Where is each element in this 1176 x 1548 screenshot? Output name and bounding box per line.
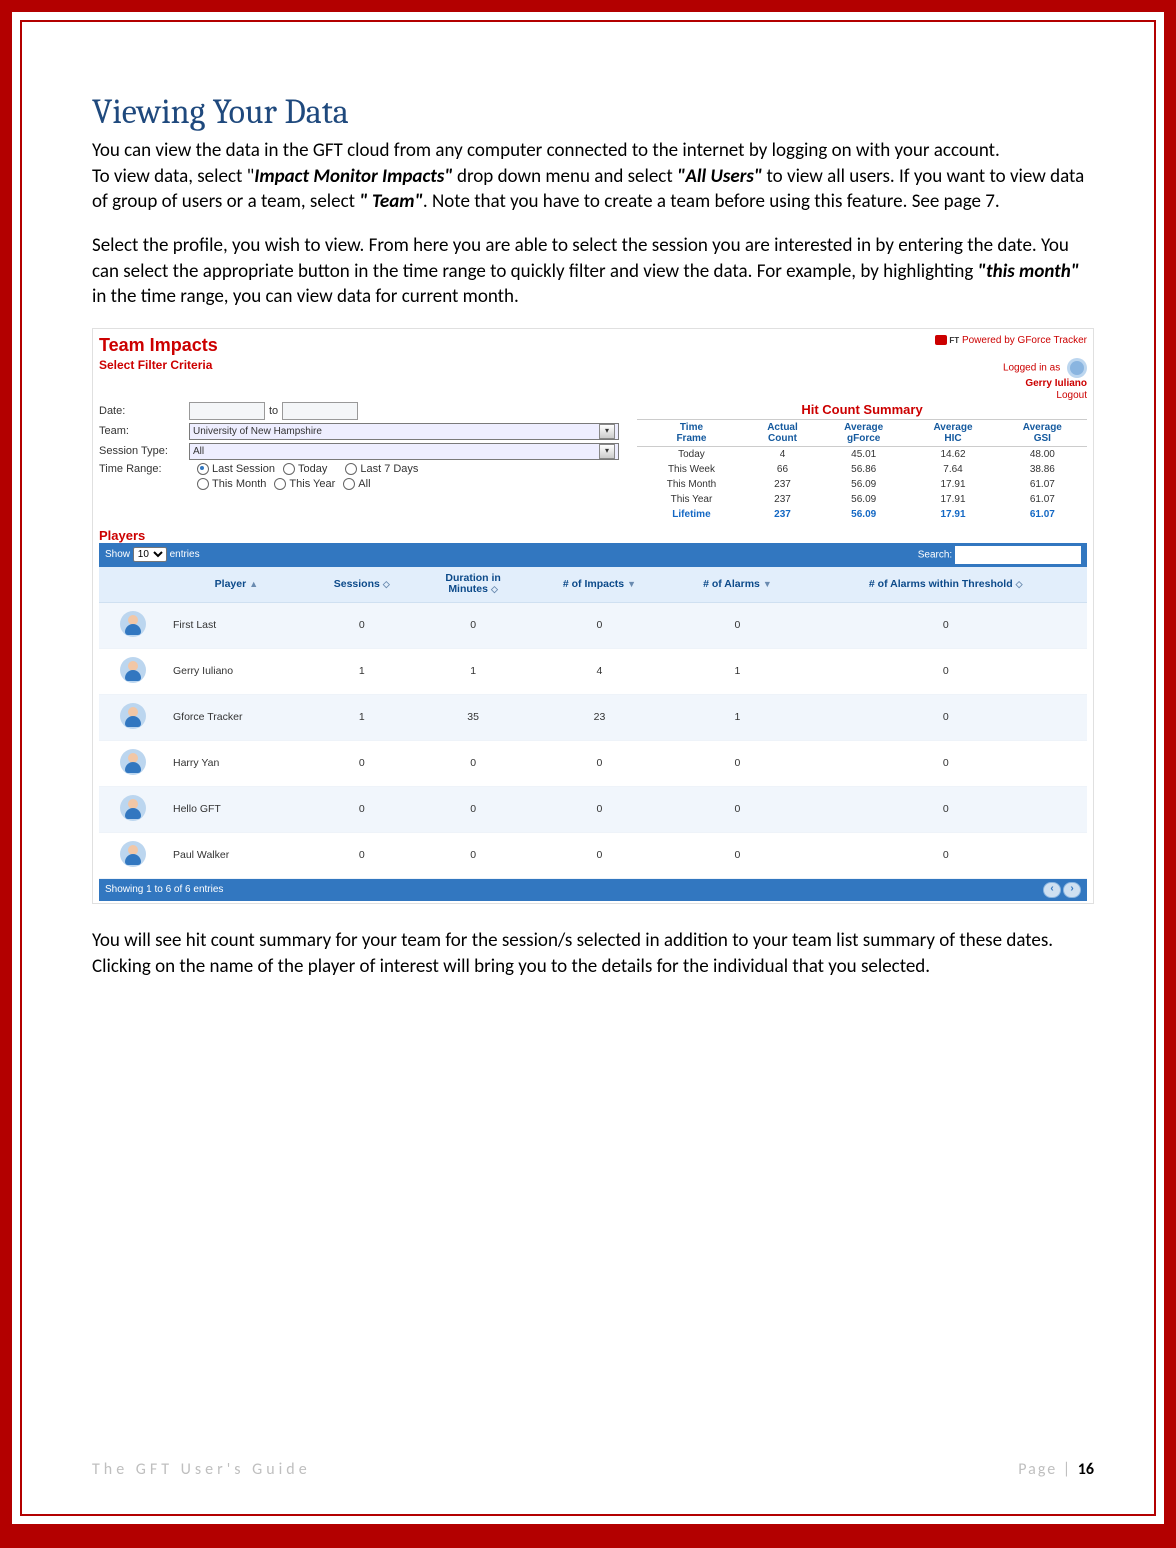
- search-input[interactable]: [955, 546, 1081, 564]
- session-type-label: Session Type:: [99, 445, 189, 457]
- player-name[interactable]: Paul Walker: [167, 832, 306, 878]
- col-impacts[interactable]: # of Impacts▼: [529, 567, 671, 603]
- col-alarms-threshold[interactable]: # of Alarms within Threshold◇: [804, 567, 1087, 603]
- table-row[interactable]: Gforce Tracker1352310: [99, 694, 1087, 740]
- page-heading: Viewing Your Data: [92, 92, 1094, 132]
- avatar-icon: [120, 703, 146, 729]
- filter-criteria-title: Select Filter Criteria: [99, 358, 212, 372]
- footer-doc-title: The GFT User's Guide: [92, 1460, 311, 1479]
- team-select[interactable]: University of New Hampshire▾: [189, 423, 619, 440]
- page-prev-button[interactable]: ‹: [1043, 882, 1061, 898]
- table-row[interactable]: Harry Yan00000: [99, 740, 1087, 786]
- date-to-input[interactable]: [282, 402, 358, 420]
- table-row[interactable]: Gerry Iuliano11410: [99, 648, 1087, 694]
- players-table: Player▲ Sessions◇ Duration inMinutes◇ # …: [99, 567, 1087, 879]
- avatar-icon: [120, 749, 146, 775]
- avatar-icon: [1067, 358, 1087, 378]
- table-footer-info: Showing 1 to 6 of 6 entries: [105, 884, 223, 895]
- closing-paragraph: You will see hit count summary for your …: [92, 928, 1094, 979]
- table-row[interactable]: Hello GFT00000: [99, 786, 1087, 832]
- logout-link[interactable]: Logout: [1056, 390, 1087, 401]
- avatar-icon: [120, 611, 146, 637]
- session-type-select[interactable]: All▾: [189, 443, 619, 460]
- table-row[interactable]: Paul Walker00000: [99, 832, 1087, 878]
- page-next-button[interactable]: ›: [1063, 882, 1081, 898]
- avatar-icon: [120, 657, 146, 683]
- table-row[interactable]: First Last00000: [99, 602, 1087, 648]
- player-name[interactable]: Gerry Iuliano: [167, 648, 306, 694]
- chevron-down-icon: ▾: [599, 424, 615, 439]
- radio-this-month[interactable]: [197, 478, 209, 490]
- hit-count-summary-table: TimeFrame ActualCount AveragegForce Aver…: [637, 419, 1087, 522]
- col-sessions[interactable]: Sessions◇: [306, 567, 418, 603]
- shot-title: Team Impacts: [99, 335, 218, 356]
- radio-all[interactable]: [343, 478, 355, 490]
- radio-today[interactable]: [283, 463, 295, 475]
- radio-last-session[interactable]: [197, 463, 209, 475]
- intro-paragraph: You can view the data in the GFT cloud f…: [92, 138, 1094, 215]
- player-name[interactable]: Hello GFT: [167, 786, 306, 832]
- time-range-label: Time Range:: [99, 463, 189, 475]
- player-name[interactable]: Gforce Tracker: [167, 694, 306, 740]
- date-from-input[interactable]: [189, 402, 265, 420]
- players-label: Players: [99, 528, 1087, 543]
- team-label: Team:: [99, 425, 189, 437]
- col-player[interactable]: Player▲: [167, 567, 306, 603]
- player-name[interactable]: First Last: [167, 602, 306, 648]
- screenshot-team-impacts: Team Impacts FT Powered by GForce Tracke…: [92, 328, 1094, 904]
- avatar-icon: [120, 841, 146, 867]
- login-status: Logged in as Gerry Iuliano Logout: [1003, 358, 1087, 402]
- footer-page-number: Page | 16: [1018, 1460, 1094, 1479]
- entries-per-page-select[interactable]: 10: [133, 547, 167, 562]
- col-duration[interactable]: Duration inMinutes◇: [418, 567, 529, 603]
- powered-by: Powered by GForce Tracker: [962, 335, 1087, 346]
- search-label: Search:: [918, 549, 952, 560]
- hit-count-summary-title: Hit Count Summary: [637, 402, 1087, 417]
- avatar-icon: [120, 795, 146, 821]
- chevron-down-icon: ▾: [599, 444, 615, 459]
- radio-last-7-days[interactable]: [345, 463, 357, 475]
- radio-this-year[interactable]: [274, 478, 286, 490]
- col-alarms[interactable]: # of Alarms▼: [670, 567, 804, 603]
- instructions-paragraph: Select the profile, you wish to view. Fr…: [92, 233, 1094, 310]
- player-name[interactable]: Harry Yan: [167, 740, 306, 786]
- date-label: Date:: [99, 405, 189, 417]
